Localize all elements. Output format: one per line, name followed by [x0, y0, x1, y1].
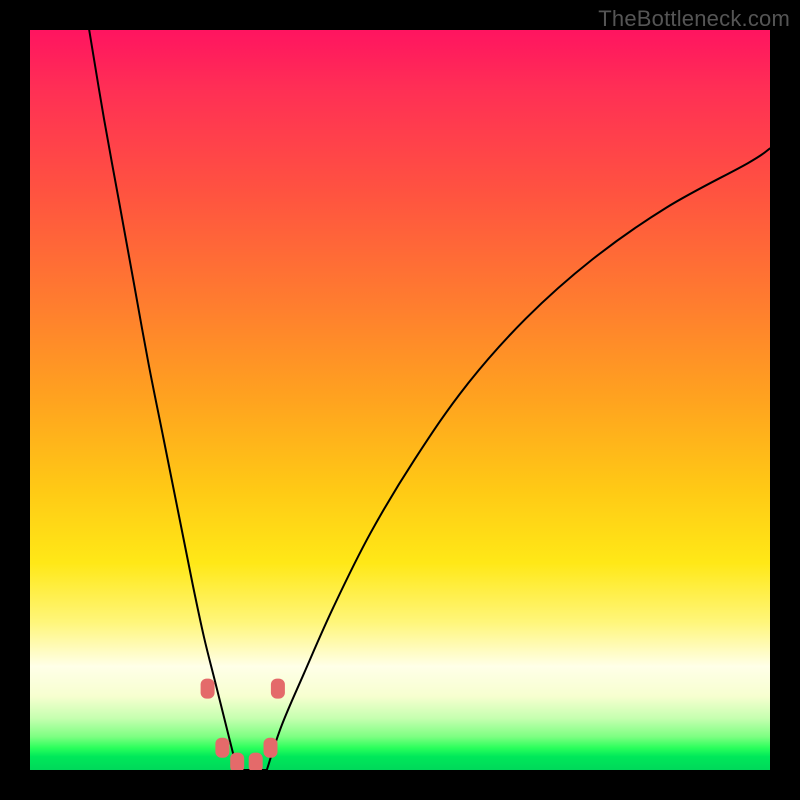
plot-area: [30, 30, 770, 770]
watermark-text: TheBottleneck.com: [598, 6, 790, 32]
app-frame: TheBottleneck.com: [0, 0, 800, 800]
gradient-background: [30, 30, 770, 770]
